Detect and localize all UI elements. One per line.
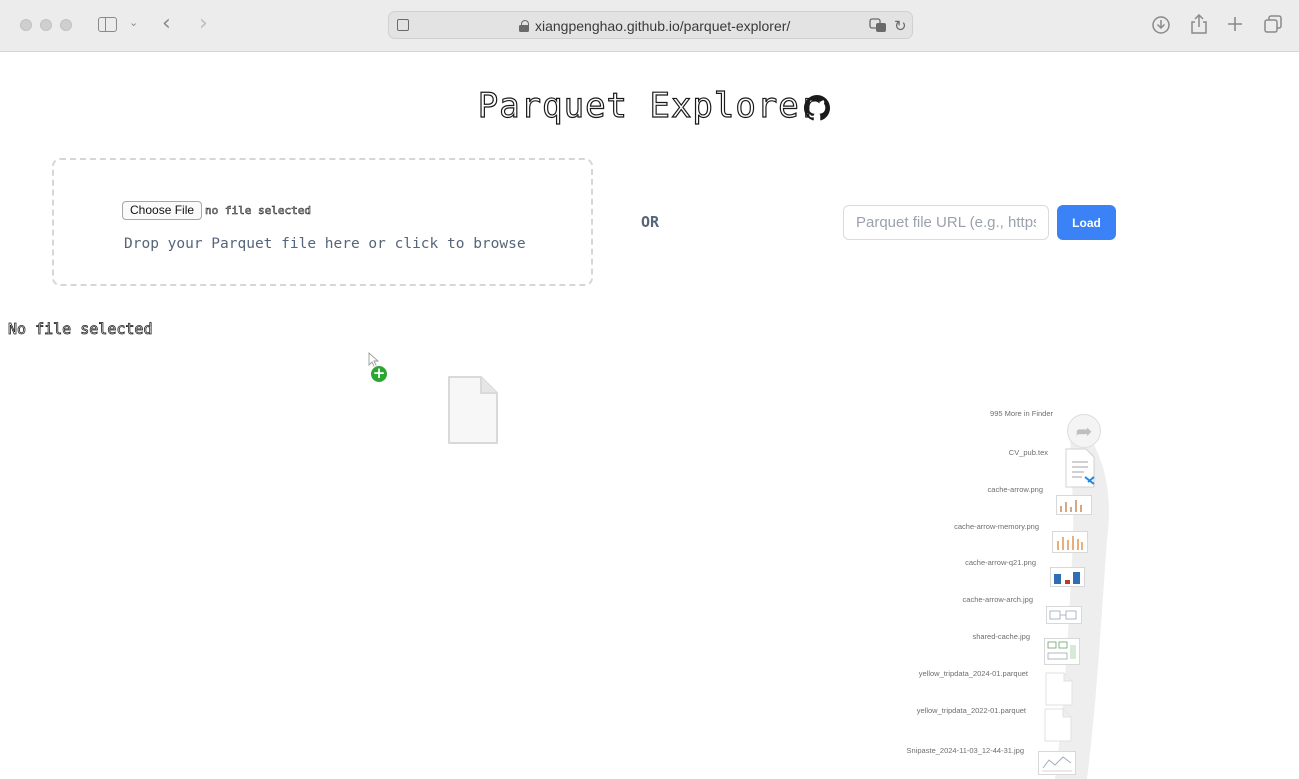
image-thumb-icon[interactable] <box>1052 531 1088 553</box>
zoom-window-button[interactable] <box>60 19 72 31</box>
image-thumb-icon[interactable] <box>1050 567 1085 587</box>
drop-hint: Drop your Parquet file here or click to … <box>124 236 526 252</box>
more-in-finder-icon[interactable]: ➦ <box>1067 414 1101 448</box>
close-window-button[interactable] <box>20 19 32 31</box>
tab-overview-icon[interactable] <box>1264 15 1282 33</box>
downloads-icon[interactable] <box>1152 16 1170 34</box>
stack-item-label[interactable]: cache-arrow.png <box>823 485 1043 494</box>
page-menu-icon[interactable] <box>397 19 409 31</box>
no-file-inline-label: no file selected <box>205 204 312 218</box>
stack-item-label[interactable]: 995 More in Finder <box>833 409 1053 418</box>
add-badge-icon: + <box>370 365 388 383</box>
page-title: Parquet Explorer <box>477 85 822 126</box>
file-icon[interactable] <box>1043 708 1073 742</box>
file-dropzone[interactable]: Choose File no file selected Drop your P… <box>52 158 593 286</box>
browser-toolbar: ⌄ ‹ › xiangpenghao.github.io/parquet-exp… <box>0 0 1299 52</box>
address-bar[interactable]: xiangpenghao.github.io/parquet-explorer/… <box>388 11 913 39</box>
lock-icon <box>519 20 529 32</box>
tex-file-icon[interactable] <box>1064 448 1096 488</box>
chevron-down-icon[interactable]: ⌄ <box>129 17 138 28</box>
stack-item-label[interactable]: cache-arrow-arch.jpg <box>813 595 1033 604</box>
stack-item-label[interactable]: CV_pub.tex <box>828 448 1048 457</box>
image-thumb-icon[interactable] <box>1044 638 1080 665</box>
share-icon[interactable] <box>1190 14 1208 34</box>
forward-icon[interactable]: › <box>199 13 208 35</box>
choose-file-button[interactable]: Choose File <box>122 201 203 220</box>
stack-item-label[interactable]: Snipaste_2024-11-03_12-44-31.jpg <box>804 746 1024 755</box>
stack-item-label[interactable]: cache-arrow-q21.png <box>816 558 1036 567</box>
file-icon[interactable] <box>1044 672 1074 706</box>
stack-item-label[interactable]: shared-cache.jpg <box>810 632 1030 641</box>
parquet-url-input[interactable] <box>843 205 1049 240</box>
image-thumb-icon[interactable] <box>1046 606 1082 624</box>
github-icon[interactable] <box>804 95 830 121</box>
dragged-file-icon <box>448 376 498 444</box>
reload-icon[interactable]: ↻ <box>894 17 907 35</box>
file-status-text: No file selected <box>8 320 153 339</box>
image-thumb-icon[interactable] <box>1038 751 1076 775</box>
stack-item-label[interactable]: cache-arrow-memory.png <box>819 522 1039 531</box>
stack-item-label[interactable]: yellow_tripdata_2022-01.parquet <box>806 706 1026 715</box>
translate-icon[interactable] <box>869 18 887 33</box>
new-tab-icon[interactable] <box>1227 16 1243 32</box>
minimize-window-button[interactable] <box>40 19 52 31</box>
image-thumb-icon[interactable] <box>1056 495 1092 515</box>
sidebar-toggle-icon[interactable] <box>98 17 117 32</box>
back-icon[interactable]: ‹ <box>162 13 171 35</box>
stack-item-label[interactable]: yellow_tripdata_2024-01.parquet <box>808 669 1028 678</box>
url-text[interactable]: xiangpenghao.github.io/parquet-explorer/ <box>535 18 790 34</box>
load-button[interactable]: Load <box>1057 205 1116 240</box>
or-divider-label: OR <box>641 213 660 231</box>
